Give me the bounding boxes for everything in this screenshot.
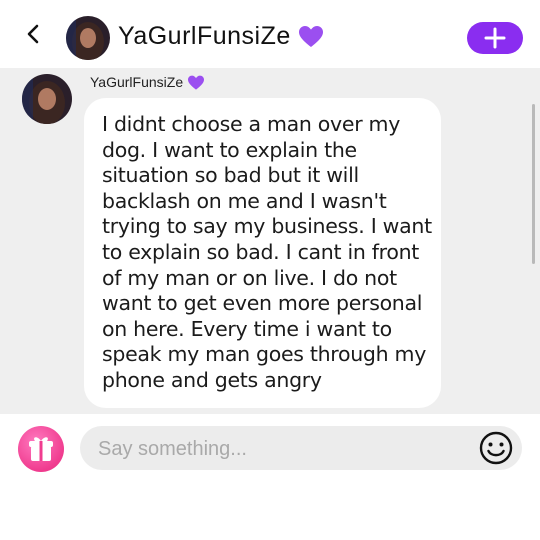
composer-bar <box>0 414 540 540</box>
add-button[interactable] <box>467 22 523 54</box>
scrollbar[interactable] <box>532 104 535 264</box>
message-line: phone and gets angry <box>102 367 322 392</box>
message-area[interactable]: YaGurlFunsiZe I didnt choose a man over … <box>0 68 540 414</box>
chat-header: YaGurlFunsiZe <box>0 0 540 68</box>
purple-heart-icon <box>299 26 324 48</box>
message-bubble[interactable]: I didnt choose a man over my dog. I want… <box>84 98 441 408</box>
sender-name-text: YaGurlFunsiZe <box>90 74 184 90</box>
sender-avatar[interactable] <box>22 74 72 124</box>
message-line: backlash on me and I wasn't <box>102 188 387 213</box>
purple-heart-icon <box>188 75 204 90</box>
message-input[interactable] <box>96 426 460 472</box>
message-line: on here. Every time i want to <box>102 316 392 341</box>
message-line: dog. I want to explain the <box>102 137 357 162</box>
message-input-pill[interactable] <box>80 426 522 472</box>
contact-name-text: YaGurlFunsiZe <box>118 22 291 50</box>
message-text: I didnt choose a man over my dog. I want… <box>102 112 432 394</box>
contact-name[interactable]: YaGurlFunsiZe <box>118 22 324 51</box>
smiley-icon[interactable] <box>478 430 514 466</box>
plus-icon <box>484 27 506 49</box>
message-line: of my man or on live. I do not <box>102 265 397 290</box>
message-line: trying to say my business. I want <box>102 214 432 239</box>
message-line: to explain so bad. I cant in front <box>102 239 420 264</box>
gift-button[interactable] <box>18 426 64 472</box>
avatar[interactable] <box>66 16 110 60</box>
message-line: situation so bad but it will <box>102 163 359 188</box>
sender-name: YaGurlFunsiZe <box>90 74 205 91</box>
chevron-left-icon[interactable] <box>22 20 46 48</box>
message-line: want to get even more personal <box>102 291 423 316</box>
message-line: I didnt choose a man over my <box>102 112 401 136</box>
message-line: speak my man goes through my <box>102 342 427 367</box>
gift-icon <box>29 437 53 461</box>
